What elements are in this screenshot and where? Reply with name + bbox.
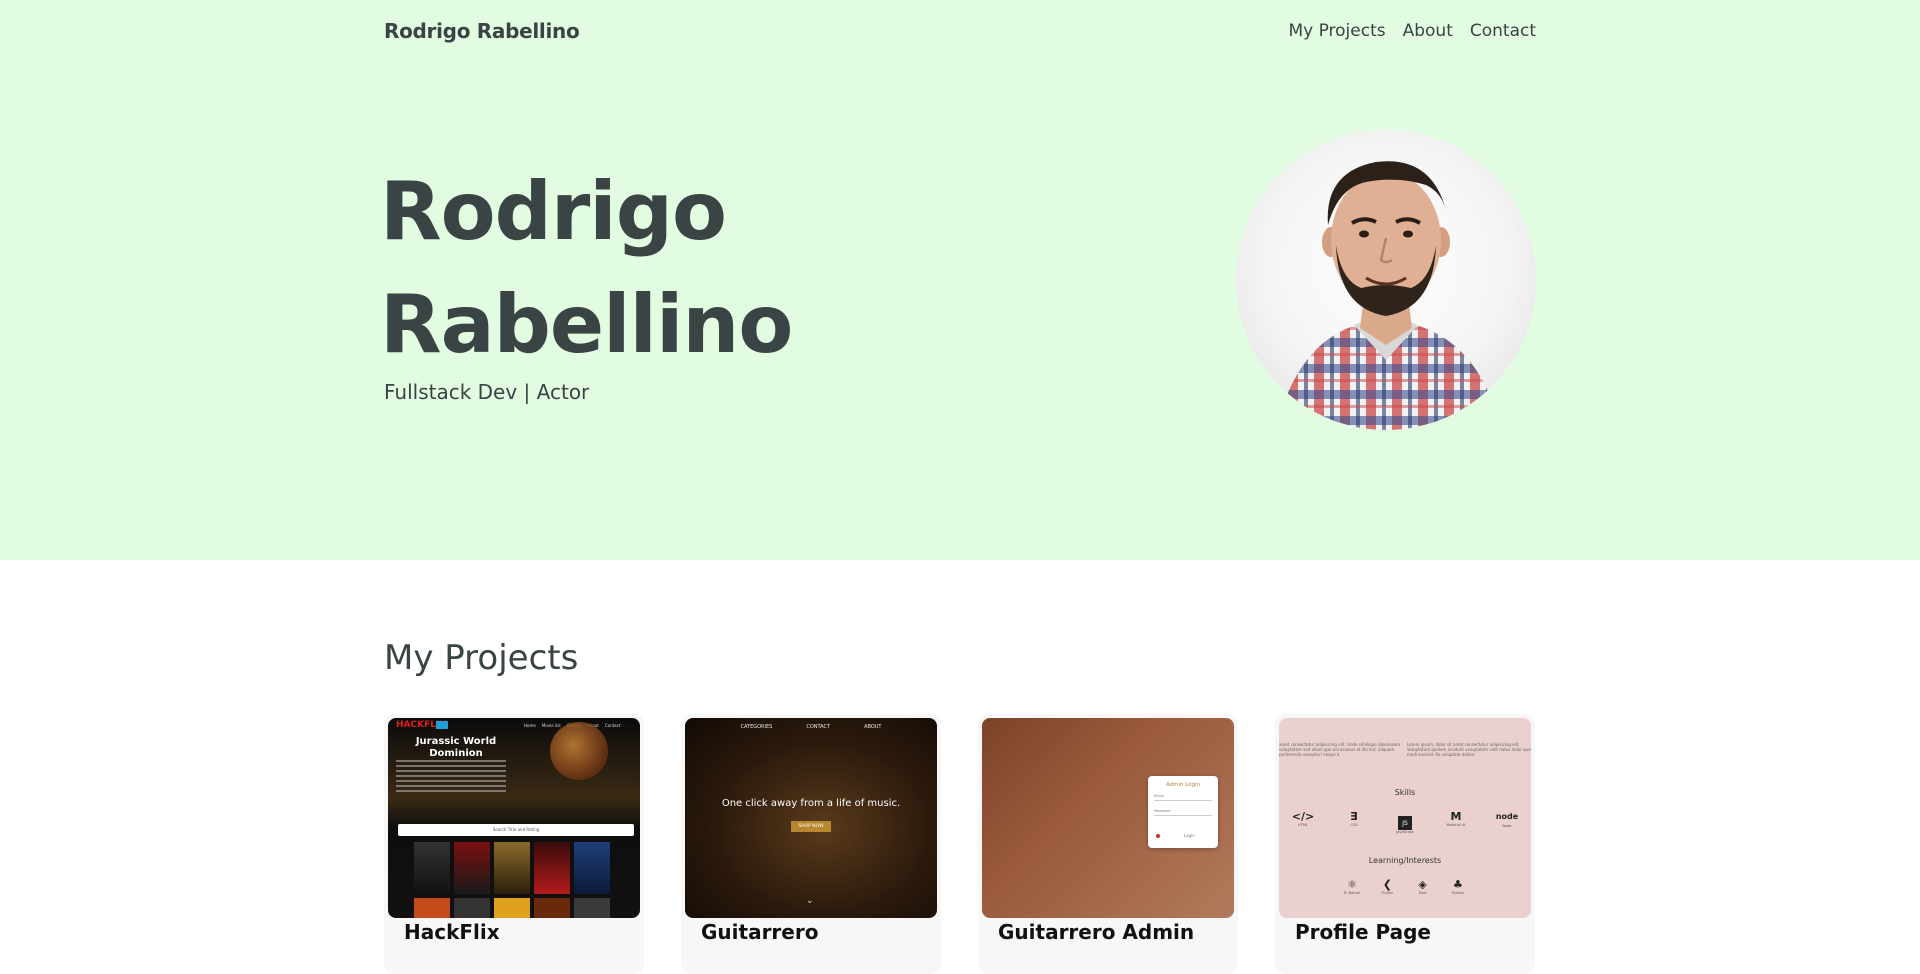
movie-poster xyxy=(574,898,610,918)
hackflix-description xyxy=(396,760,506,794)
hackflix-poster-row xyxy=(414,898,610,918)
skill-node: node Node xyxy=(1491,810,1523,834)
hackflix-logo-badge xyxy=(436,721,448,729)
python-icon: ♣ xyxy=(1453,878,1463,891)
skill-label: Node xyxy=(1502,824,1512,828)
project-title: HackFlix xyxy=(404,920,500,944)
interest-python: ♣ Python xyxy=(1443,878,1473,895)
projects-heading: My Projects xyxy=(384,638,579,678)
project-title: Guitarrero xyxy=(701,920,819,944)
hackflix-nav-item: Contact xyxy=(604,723,621,728)
interest-label: Flutter xyxy=(1381,891,1394,895)
movie-poster xyxy=(574,842,610,894)
admin-email-label: Email xyxy=(1154,794,1164,798)
project-card-profile-page[interactable]: amet consectetur adipisicing elit. Unde … xyxy=(1275,714,1535,974)
hero-name-first: Rodrigo xyxy=(380,165,727,258)
nav-contact[interactable]: Contact xyxy=(1470,21,1536,41)
interest-label: Python xyxy=(1451,891,1465,895)
interest-react-native: ⚛ R. Native xyxy=(1337,878,1367,895)
hero-section: Rodrigo Rabellino My Projects About Cont… xyxy=(0,0,1920,560)
movie-poster xyxy=(414,898,450,918)
profile-skills-row: </> HTML ∃ CSS JS JavaScript M Material UI n… xyxy=(1287,810,1523,834)
profile-lorem-right: Lorem ipsum, dolor sit amet consectetur … xyxy=(1407,742,1531,757)
guitarrero-nav: CATEGORIES CONTACT ABOUT xyxy=(685,724,937,730)
hackflix-nav-item: Home xyxy=(524,723,536,728)
project-title: Profile Page xyxy=(1295,920,1431,944)
skill-html: </> HTML xyxy=(1287,810,1319,834)
admin-login-title: Admin Login xyxy=(1165,782,1201,788)
main-nav: My Projects About Contact xyxy=(1288,21,1536,41)
html-icon: </> xyxy=(1291,810,1315,823)
material-ui-icon: M xyxy=(1450,810,1462,823)
guitarrero-nav-item: CONTACT xyxy=(806,724,831,730)
project-title: Guitarrero Admin xyxy=(998,920,1195,944)
hackflix-hero-art xyxy=(550,722,608,780)
flutter-icon: ❮ xyxy=(1382,878,1392,891)
skill-label: JavaScript xyxy=(1396,830,1414,834)
project-thumbnail: HACKFLIX Home Movie list Genres About Co… xyxy=(388,718,640,918)
skill-label: HTML xyxy=(1298,823,1308,827)
guitarrero-nav-item: CATEGORIES xyxy=(740,724,773,730)
nav-about[interactable]: About xyxy=(1403,21,1453,41)
admin-login-button: Login xyxy=(1184,833,1195,838)
dart-icon: ◈ xyxy=(1418,878,1427,891)
profile-photo xyxy=(1236,130,1536,430)
movie-poster xyxy=(494,842,530,894)
css-icon: ∃ xyxy=(1350,810,1358,823)
skill-material-ui: M Material UI xyxy=(1440,810,1472,834)
movie-poster xyxy=(414,842,450,894)
admin-password-field xyxy=(1154,815,1212,816)
interest-label: Dart xyxy=(1418,891,1427,895)
hackflix-search-bar: Search Title and Rating xyxy=(398,824,634,836)
guitarrero-shop-button: SHOP NOW xyxy=(791,821,831,832)
project-thumbnail: amet consectetur adipisicing elit. Unde … xyxy=(1279,718,1531,918)
project-thumbnail: CATEGORIES CONTACT ABOUT One click away … xyxy=(685,718,937,918)
interest-label: R. Native xyxy=(1344,891,1360,895)
movie-poster xyxy=(534,898,570,918)
guitarrero-headline: One click away from a life of music. xyxy=(721,798,901,809)
site-brand[interactable]: Rodrigo Rabellino xyxy=(384,19,580,43)
admin-email-field xyxy=(1154,800,1212,801)
interest-flutter: ❮ Flutter xyxy=(1372,878,1402,895)
movie-poster xyxy=(454,898,490,918)
project-card-guitarrero[interactable]: CATEGORIES CONTACT ABOUT One click away … xyxy=(681,714,941,974)
projects-grid: HACKFLIX Home Movie list Genres About Co… xyxy=(384,714,1536,974)
hackflix-nav-item: Movie list xyxy=(541,723,561,728)
hero-subtitle: Fullstack Dev | Actor xyxy=(384,380,590,404)
project-card-guitarrero-admin[interactable]: Admin Login Email Password Login Guitarr… xyxy=(978,714,1238,974)
skill-css: ∃ CSS xyxy=(1338,810,1370,834)
skill-label: CSS xyxy=(1350,823,1358,827)
hackflix-headline: Jurassic World Dominion xyxy=(415,736,497,759)
movie-poster xyxy=(494,898,530,918)
chevron-down-icon: ⌄ xyxy=(806,896,814,906)
profile-interests-row: ⚛ R. Native ❮ Flutter ◈ Dart ♣ Python xyxy=(1337,878,1473,895)
profile-skills-title: Skills xyxy=(1394,788,1416,797)
profile-photo-illustration xyxy=(1276,161,1501,430)
hero-name-last: Rabellino xyxy=(380,278,793,371)
nav-my-projects[interactable]: My Projects xyxy=(1288,21,1385,41)
skill-label: Material UI xyxy=(1446,823,1466,827)
admin-login-panel: Admin Login Email Password Login xyxy=(1148,776,1218,848)
admin-status-dot xyxy=(1156,834,1160,838)
node-icon: node xyxy=(1495,812,1519,821)
admin-password-label: Password xyxy=(1154,809,1171,813)
movie-poster xyxy=(534,842,570,894)
skill-javascript: JS JavaScript xyxy=(1389,810,1421,834)
hero-name: Rodrigo Rabellino xyxy=(380,155,793,381)
hackflix-poster-row xyxy=(414,842,610,894)
react-icon: ⚛ xyxy=(1347,878,1357,891)
movie-poster xyxy=(454,842,490,894)
profile-lorem-left: amet consectetur adipisicing elit. Unde … xyxy=(1279,742,1401,757)
interest-dart: ◈ Dart xyxy=(1408,878,1438,895)
javascript-icon: JS xyxy=(1398,816,1412,830)
guitarrero-nav-item: ABOUT xyxy=(864,724,882,730)
profile-interests-title: Learning/Interests xyxy=(1368,856,1442,865)
project-card-hackflix[interactable]: HACKFLIX Home Movie list Genres About Co… xyxy=(384,714,644,974)
project-thumbnail: Admin Login Email Password Login xyxy=(982,718,1234,918)
